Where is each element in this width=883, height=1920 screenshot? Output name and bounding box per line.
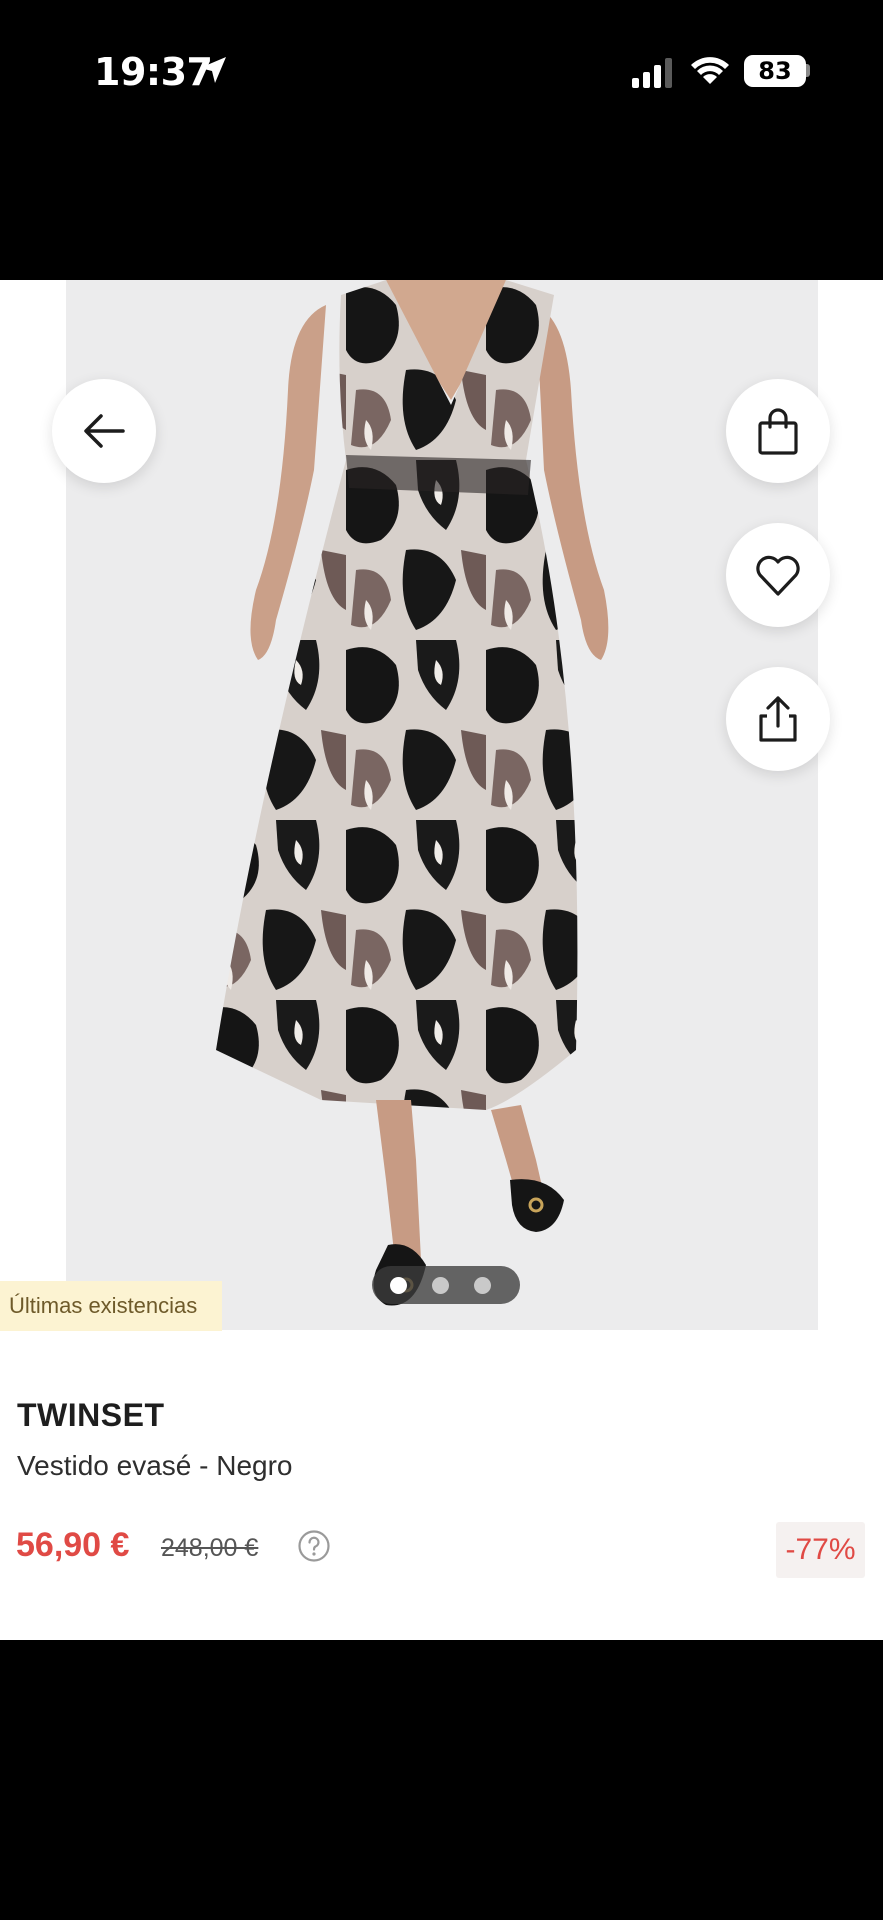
status-time: 19:37 (94, 50, 213, 94)
shopping-bag-icon (758, 408, 798, 455)
back-arrow-icon (84, 414, 125, 448)
carousel-dot[interactable] (474, 1277, 491, 1294)
signal-icon (632, 58, 672, 88)
product-image[interactable] (66, 280, 818, 1330)
battery-tip (806, 64, 810, 77)
bottom-area (0, 1640, 883, 1920)
share-button[interactable] (726, 667, 830, 771)
favorite-button[interactable] (726, 523, 830, 627)
carousel-indicator[interactable] (372, 1266, 520, 1304)
discount-badge: -77% (776, 1522, 865, 1578)
carousel-dot[interactable] (432, 1277, 449, 1294)
product-title: Vestido evasé - Negro (17, 1450, 293, 1481)
back-button[interactable] (52, 379, 156, 483)
help-icon[interactable] (297, 1529, 331, 1563)
heart-icon (756, 555, 800, 596)
wifi-icon (691, 57, 729, 84)
location-arrow-icon (200, 57, 226, 83)
current-price: 56,90 € (16, 1526, 130, 1564)
stock-badge: Últimas existencias (0, 1281, 222, 1331)
brand-name[interactable]: TWINSET (17, 1397, 164, 1434)
product-screen: Últimas existencias TWINSET Vestido evas… (0, 280, 883, 1640)
original-price: 248,00 € (161, 1534, 259, 1562)
battery-icon: 83 (744, 55, 806, 87)
carousel-dot[interactable] (390, 1277, 407, 1294)
dress-photo (216, 280, 609, 1306)
share-icon (759, 696, 797, 742)
status-bar: 19:37 83 (0, 0, 883, 280)
cart-button[interactable] (726, 379, 830, 483)
